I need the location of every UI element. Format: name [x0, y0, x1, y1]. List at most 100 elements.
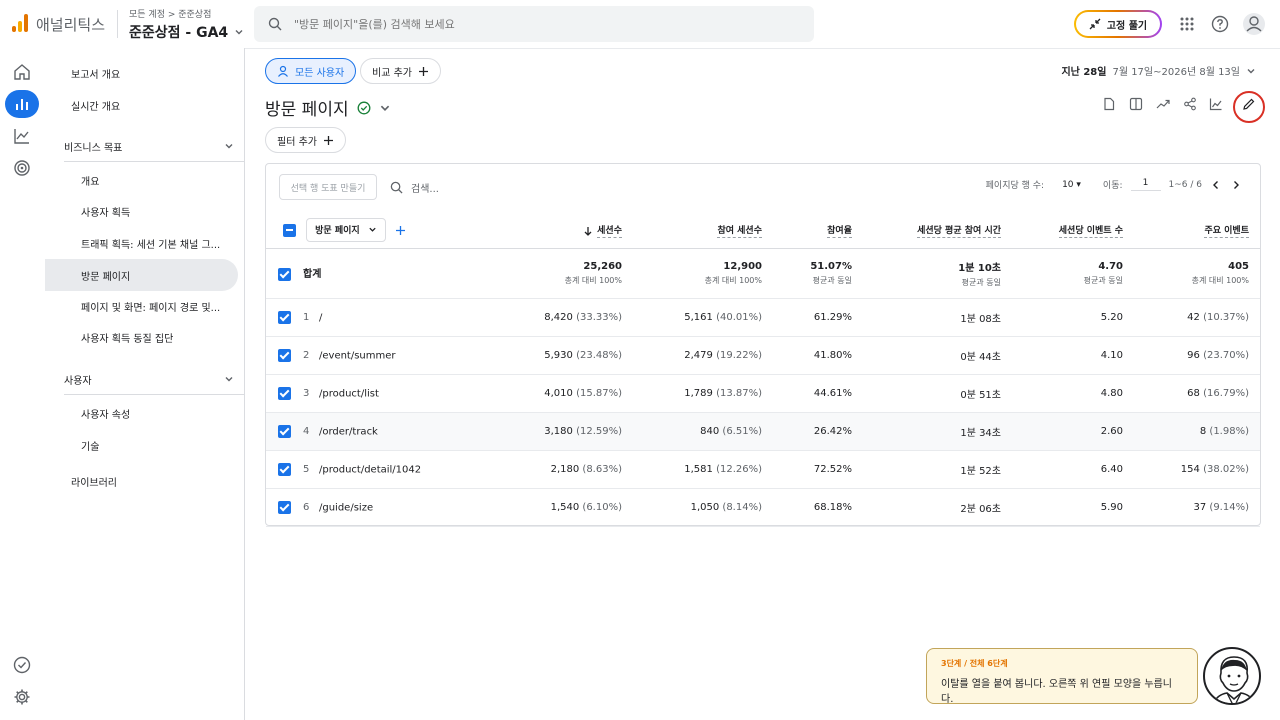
table-search[interactable]: 검색...: [390, 180, 439, 195]
sessions-cell: 8,420 (33.33%): [496, 298, 633, 337]
add-comparison-chip[interactable]: 비교 추가: [360, 58, 441, 84]
avg-time-cell: 1분 52초: [863, 450, 1012, 489]
tutorial-step: 3단계 / 전체 6단계: [941, 659, 1008, 668]
table-row[interactable]: 1/8,420 (33.33%) 5,161 (40.01%) 61.29% 1분 0…: [266, 298, 1260, 337]
nav-library[interactable]: 라이브러리: [71, 465, 117, 497]
plus-icon: [323, 135, 333, 145]
report-doc-icon[interactable]: [1098, 93, 1120, 115]
insights-trend-icon[interactable]: [1152, 93, 1174, 115]
add-dimension-plus-icon[interactable]: [395, 225, 406, 236]
nav-tech[interactable]: 기술: [81, 429, 99, 461]
reports-icon[interactable]: [5, 90, 39, 118]
nav-traffic-acquisition[interactable]: 트래픽 획득: 세션 기본 채널 그...: [81, 227, 220, 259]
engaged-sessions-cell: 5,161 (40.01%): [633, 298, 773, 337]
unpin-button[interactable]: 고정 풀기: [1074, 10, 1162, 38]
global-search-input[interactable]: [294, 17, 774, 31]
page-path[interactable]: /guide/size: [319, 502, 373, 513]
chevron-right-icon[interactable]: [1230, 179, 1242, 191]
audience-chip[interactable]: 모든 사용자: [265, 58, 357, 84]
page-path[interactable]: /product/list: [319, 388, 379, 399]
avg-time-cell: 0분 51초: [863, 374, 1012, 413]
nav-overview[interactable]: 개요: [81, 164, 99, 196]
header-engaged-sessions[interactable]: 참여 세션수: [633, 212, 773, 249]
engagement-rate-cell: 72.52%: [773, 450, 863, 489]
row-checkbox[interactable]: [278, 462, 291, 476]
dimension-selector[interactable]: 방문 페이지: [306, 217, 386, 242]
top-bar: 애널리틱스 모든 계정 > 준준상점 준준상점 - GA4 고정 풀기: [0, 0, 1280, 48]
header-key-events[interactable]: 주요 이벤트: [1134, 212, 1260, 249]
table-search-placeholder: 검색...: [411, 184, 439, 195]
nav-section-user[interactable]: 사용자: [64, 363, 234, 395]
total-cell: 405 총계 대비 100%: [1134, 248, 1260, 299]
nav-reports-overview[interactable]: 보고서 개요: [71, 57, 120, 89]
events-per-session-cell: 2.60: [1012, 412, 1134, 451]
collapse-arrows-icon: [1089, 18, 1101, 30]
row-checkbox[interactable]: [278, 424, 291, 438]
table-row[interactable]: 5/product/detail/1042 2,180 (8.63%) 1,581 …: [266, 450, 1260, 489]
plot-rows-button[interactable]: 선택 행 도표 만들기: [279, 174, 377, 200]
check-circle-icon[interactable]: [8, 651, 36, 679]
pagination: 페이지당 행 수: 10 ▾ 이동: 1 1~6 / 6: [986, 178, 1242, 191]
header-avg-engagement-time[interactable]: 세션당 평균 참여 시간: [863, 212, 1012, 249]
row-checkbox[interactable]: [278, 386, 291, 400]
apps-icon[interactable]: [1175, 12, 1199, 36]
engaged-sessions-cell: 840 (6.51%): [633, 412, 773, 451]
nav-acquisition-cohort[interactable]: 사용자 획득 동질 집단: [81, 321, 173, 353]
header-sessions[interactable]: 세션수: [496, 212, 633, 249]
avg-time-cell: 2분 06초: [863, 488, 1012, 527]
nav-user-acquisition[interactable]: 사용자 획득: [81, 195, 130, 227]
events-per-session-cell: 6.40: [1012, 450, 1134, 489]
engagement-rate-cell: 26.42%: [773, 412, 863, 451]
explore-icon[interactable]: [8, 122, 36, 150]
account-avatar-icon[interactable]: [1242, 12, 1266, 36]
audience-label: 모든 사용자: [295, 67, 345, 79]
home-icon[interactable]: [8, 58, 36, 86]
chart-line-icon[interactable]: [1205, 93, 1227, 115]
key-events-cell: 42 (10.37%): [1134, 298, 1260, 337]
rows-per-page-label: 페이지당 행 수:: [985, 181, 1045, 191]
table-row[interactable]: 3/product/list 4,010 (15.87%) 1,789 (13.87…: [266, 374, 1260, 413]
header-events-per-session[interactable]: 세션당 이벤트 수: [1012, 212, 1134, 249]
advertising-icon[interactable]: [8, 154, 36, 182]
row-checkbox[interactable]: [278, 267, 291, 281]
select-all-checkbox[interactable]: [283, 224, 296, 238]
page-path[interactable]: /event/summer: [319, 350, 396, 361]
page-cell: 2/event/summer: [266, 336, 496, 375]
breadcrumb[interactable]: 모든 계정 > 준준상점: [129, 7, 211, 20]
settings-gear-icon[interactable]: [8, 683, 36, 711]
add-filter-chip[interactable]: 필터 추가: [265, 127, 346, 153]
goto-page-input[interactable]: 1: [1130, 178, 1161, 191]
nav-landing-page[interactable]: 방문 페이지: [45, 259, 238, 291]
row-checkbox[interactable]: [278, 310, 291, 324]
table-row[interactable]: 4/order/track 3,180 (12.59%) 840 (6.51%) 26…: [266, 412, 1260, 451]
sort-down-arrow-icon: [584, 226, 592, 236]
row-checkbox[interactable]: [278, 500, 291, 514]
sessions-cell: 4,010 (15.87%): [496, 374, 633, 413]
row-checkbox[interactable]: [278, 348, 291, 362]
date-label: 지난 28일: [1061, 67, 1107, 78]
global-search[interactable]: [254, 6, 814, 42]
page-path[interactable]: /: [319, 312, 322, 323]
edit-pencil-icon[interactable]: [1238, 93, 1260, 115]
section-label: 사용자: [64, 375, 92, 387]
nav-realtime-overview[interactable]: 실시간 개요: [71, 89, 120, 121]
date-range-picker[interactable]: 지난 28일 7월 17일~2026년 8월 13일: [1061, 63, 1256, 78]
chevron-left-icon[interactable]: [1210, 179, 1222, 191]
page-cell: 6/guide/size: [266, 488, 496, 527]
page-path[interactable]: /product/detail/1042: [319, 464, 421, 475]
nav-section-business-goals[interactable]: 비즈니스 목표: [64, 130, 234, 162]
rows-per-page-select[interactable]: 10 ▾: [1062, 180, 1081, 190]
table-row[interactable]: 6/guide/size 1,540 (6.10%) 1,050 (8.14%) 68…: [266, 488, 1260, 527]
share-icon[interactable]: [1179, 93, 1201, 115]
nav-pages-screens[interactable]: 페이지 및 화면: 페이지 경로 및...: [81, 290, 220, 322]
chevron-down-icon[interactable]: [379, 102, 391, 114]
property-selector[interactable]: 준준상점 - GA4: [129, 22, 244, 42]
search-icon: [390, 181, 403, 194]
header-engagement-rate[interactable]: 참여율: [773, 212, 863, 249]
events-per-session-cell: 4.80: [1012, 374, 1134, 413]
page-path[interactable]: /order/track: [319, 426, 378, 437]
nav-user-attributes[interactable]: 사용자 속성: [81, 397, 130, 429]
table-row[interactable]: 2/event/summer 5,930 (23.48%) 2,479 (19.22…: [266, 336, 1260, 375]
help-icon[interactable]: [1208, 12, 1232, 36]
compare-columns-icon[interactable]: [1125, 93, 1147, 115]
